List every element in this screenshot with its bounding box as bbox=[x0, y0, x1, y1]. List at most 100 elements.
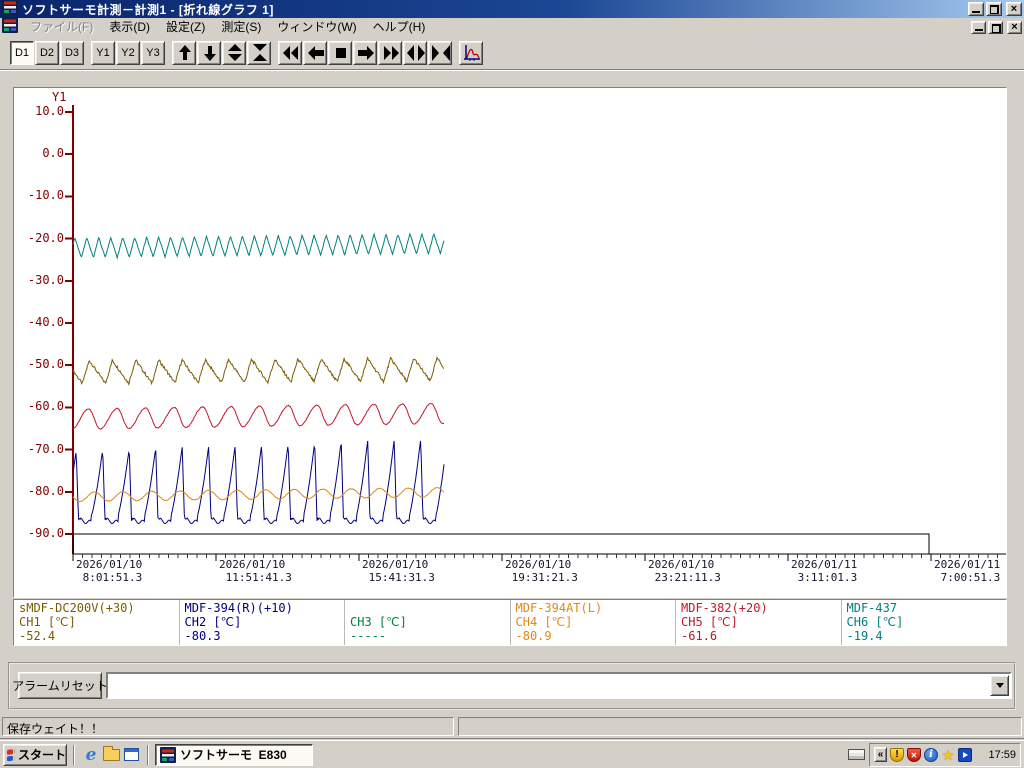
legend-sensor-name: sMDF-DC200V(+30) bbox=[19, 601, 135, 615]
child-close-button[interactable]: × bbox=[1007, 20, 1022, 34]
mdi-child-icon[interactable] bbox=[2, 16, 18, 38]
legend-current-value: -19.4 bbox=[846, 629, 883, 643]
toolbar-button-y1[interactable]: Y1 bbox=[91, 41, 115, 65]
x-tick-label: 2026/01/11 3:11:01.3 bbox=[791, 558, 858, 584]
channel-legend: sMDF-DC200V(+30) CH1 [℃] -52.4 MDF-394(R)(+… bbox=[13, 599, 1007, 646]
title-bar: ソフトサーモ計測－計測1 - [折れ線グラフ 1] × bbox=[0, 0, 1024, 18]
folder-icon[interactable] bbox=[101, 745, 121, 765]
legend-sensor-name: MDF-394(R)(+10) bbox=[184, 601, 293, 615]
series-CH6-line bbox=[72, 232, 445, 260]
task-button-softthermo[interactable]: ソフトサーモ E830 bbox=[155, 743, 313, 766]
scroll-up-button[interactable] bbox=[172, 41, 196, 65]
y-tick-label: -80.0 bbox=[27, 483, 64, 498]
y-tick-label: -20.0 bbox=[27, 230, 64, 245]
menu-item-window[interactable]: ウィンドウ(W) bbox=[269, 19, 364, 35]
toolbar-button-d3[interactable]: D3 bbox=[60, 41, 84, 65]
menu-item-measure[interactable]: 測定(S) bbox=[213, 19, 269, 35]
compress-vertical-button[interactable] bbox=[247, 41, 271, 65]
info-balloon-icon[interactable] bbox=[924, 747, 938, 762]
toolbar-button-y3[interactable]: Y3 bbox=[141, 41, 165, 65]
toolbar-button-d2[interactable]: D2 bbox=[35, 41, 59, 65]
close-button[interactable]: × bbox=[1006, 2, 1022, 16]
app-icon bbox=[160, 746, 176, 763]
window-app-icon[interactable] bbox=[121, 745, 141, 765]
task-button-label: ソフトサーモ E830 bbox=[180, 748, 287, 762]
double-right-icon bbox=[384, 46, 399, 60]
double-left-icon bbox=[283, 46, 298, 60]
toolbar-button-y2[interactable]: Y2 bbox=[116, 41, 140, 65]
series-CH5-line bbox=[72, 403, 445, 430]
menu-item-file: ファイル(F) bbox=[30, 20, 94, 34]
dropdown-arrow-button[interactable] bbox=[990, 675, 1009, 696]
arrow-down-icon bbox=[204, 46, 216, 61]
menu-items: ファイル(F) 表示(D) 設定(Z) 測定(S) ウィンドウ(W) ヘルプ(H) bbox=[22, 18, 433, 36]
y-tick-label: -70.0 bbox=[27, 441, 64, 456]
compress-vertical-icon bbox=[253, 44, 267, 61]
x-tick-label: 2026/01/10 15:41:31.3 bbox=[362, 558, 435, 584]
update-star-icon[interactable] bbox=[941, 748, 955, 762]
menu-item-settings[interactable]: 設定(Z) bbox=[158, 19, 213, 35]
arrow-right-icon bbox=[358, 46, 374, 60]
arrow-up-icon bbox=[179, 45, 191, 60]
stop-button[interactable] bbox=[328, 41, 352, 65]
legend-current-value: -61.6 bbox=[681, 629, 718, 643]
y-tick-label: 0.0 bbox=[42, 146, 64, 161]
windows-logo-icon bbox=[7, 748, 15, 762]
internet-explorer-icon[interactable]: e bbox=[81, 745, 101, 765]
legend-current-value: -80.9 bbox=[515, 629, 552, 643]
toolbar-button-d1[interactable]: D1 bbox=[10, 41, 34, 65]
minimize-button[interactable] bbox=[968, 2, 984, 16]
y-tick-label: -10.0 bbox=[27, 188, 64, 203]
y-tick-label: 10.0 bbox=[35, 104, 64, 118]
media-player-icon[interactable] bbox=[958, 747, 972, 762]
status-message: 保存ウェイト！！ bbox=[2, 717, 454, 736]
alarm-reset-button[interactable]: アラームリセット bbox=[12, 672, 108, 699]
keyboard-layout-icon[interactable] bbox=[848, 749, 865, 760]
security-alert-icon[interactable] bbox=[907, 747, 921, 762]
compress-horizontal-button[interactable] bbox=[428, 41, 452, 65]
fast-right-button[interactable] bbox=[378, 41, 402, 65]
series-CH4-line bbox=[72, 486, 445, 503]
scroll-right-button[interactable] bbox=[353, 41, 377, 65]
legend-ch4: MDF-394AT(L) CH4 [℃] -80.9 bbox=[511, 600, 676, 645]
y-tick-label: -40.0 bbox=[27, 315, 64, 329]
x-tick-label: 2026/01/10 11:51:41.3 bbox=[219, 558, 292, 584]
clock: 17:59 bbox=[988, 748, 1016, 761]
close-icon: × bbox=[1011, 21, 1018, 33]
start-button[interactable]: スタート bbox=[3, 743, 67, 766]
toolbar: D1 D2 D3 Y1 Y2 Y3 bbox=[0, 36, 1024, 70]
alarm-dropdown[interactable] bbox=[106, 672, 1012, 699]
legend-sensor-name: MDF-382(+20) bbox=[681, 601, 768, 615]
desktop: ソフトサーモ計測－計測1 - [折れ線グラフ 1] × ファイル(F) 表示(D)… bbox=[0, 0, 1024, 768]
legend-sensor-name bbox=[350, 601, 510, 615]
status-cell-empty bbox=[458, 717, 1022, 736]
minimize-icon bbox=[975, 28, 983, 31]
legend-ch5: MDF-382(+20) CH5 [℃] -61.6 bbox=[676, 600, 842, 645]
fast-left-button[interactable] bbox=[278, 41, 302, 65]
plot-canvas bbox=[65, 105, 1006, 561]
legend-current-value: ----- bbox=[350, 629, 387, 643]
menu-item-help[interactable]: ヘルプ(H) bbox=[365, 19, 434, 35]
expand-horizontal-button[interactable] bbox=[403, 41, 427, 65]
child-minimize-button[interactable] bbox=[971, 20, 986, 34]
series-CH1-line bbox=[72, 356, 445, 386]
scroll-down-button[interactable] bbox=[197, 41, 221, 65]
legend-channel-label: CH1 [℃] bbox=[19, 615, 76, 629]
y-tick-label: -50.0 bbox=[27, 357, 64, 372]
child-restore-button[interactable] bbox=[988, 20, 1003, 34]
arrow-left-icon bbox=[308, 46, 324, 60]
hide-icons-chevron[interactable]: « bbox=[874, 747, 887, 762]
x-tick-label: 2026/01/10 23:21:11.3 bbox=[648, 558, 721, 584]
chevron-down-icon bbox=[995, 683, 1004, 692]
y-tick-label: -30.0 bbox=[27, 272, 64, 287]
window-title: ソフトサーモ計測－計測1 - [折れ線グラフ 1] bbox=[22, 2, 274, 17]
y-tick-label: -60.0 bbox=[27, 399, 64, 414]
expand-vertical-button[interactable] bbox=[222, 41, 246, 65]
security-warning-icon[interactable] bbox=[890, 747, 904, 762]
graph-setup-button[interactable] bbox=[459, 41, 483, 65]
menu-item-view[interactable]: 表示(D) bbox=[101, 19, 158, 35]
taskbar-separator bbox=[73, 744, 75, 765]
restore-button[interactable] bbox=[986, 2, 1002, 16]
scroll-left-button[interactable] bbox=[303, 41, 327, 65]
chart-panel: Y1 10.0 0.0 -10.0 -20.0 -30.0 -40.0 -50.0 -60.0… bbox=[13, 87, 1007, 598]
